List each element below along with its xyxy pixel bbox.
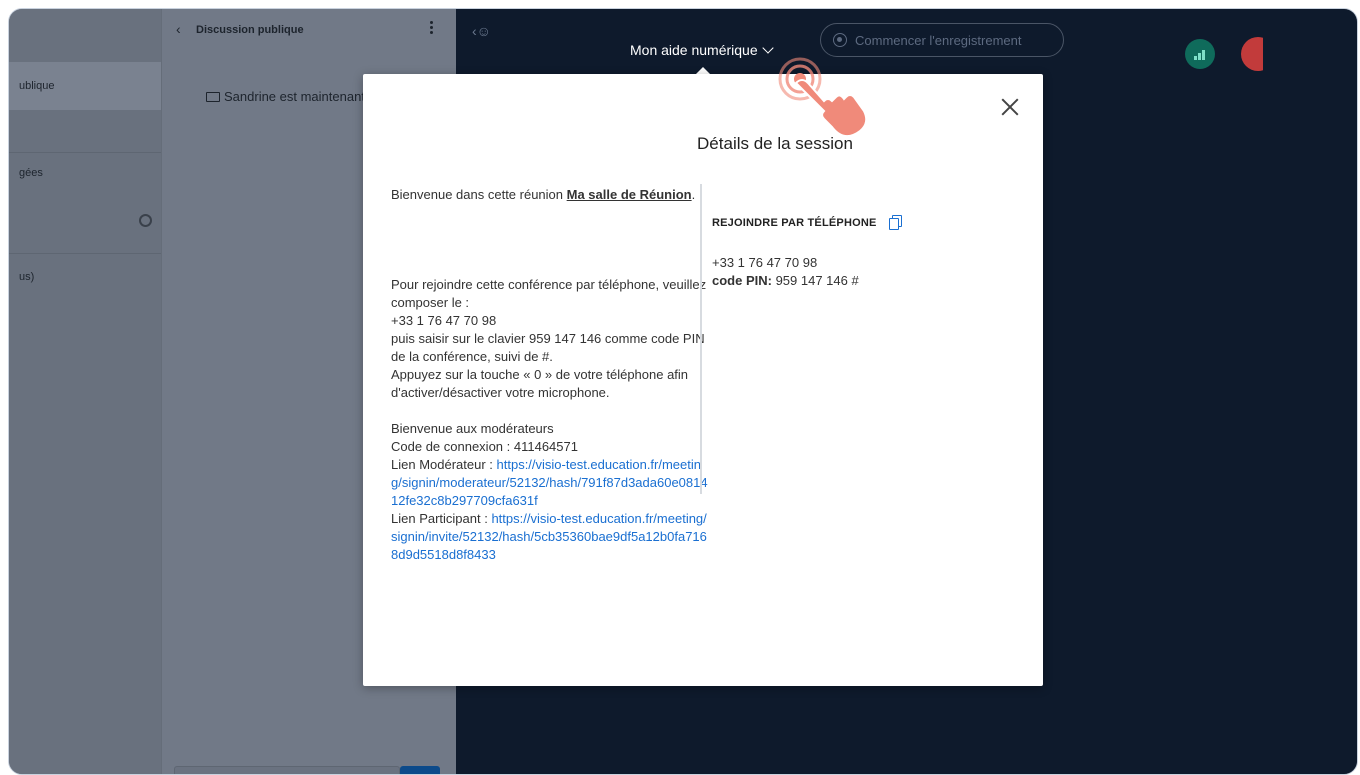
phone-join-heading: REJOINDRE PAR TÉLÉPHONE [712, 214, 1012, 232]
participant-link-row: Lien Participant : https://visio-test.ed… [391, 510, 711, 564]
session-info-column: Bienvenue dans cette réunion Ma salle de… [391, 186, 711, 564]
avatar[interactable] [1241, 37, 1263, 71]
send-button[interactable] [400, 766, 440, 774]
pin-label: code PIN: [712, 273, 772, 288]
mic-instructions: Appuyez sur la touche « 0 » de votre tél… [391, 367, 689, 400]
welcome-prefix: Bienvenue dans cette réunion [391, 187, 567, 202]
chat-input[interactable] [174, 766, 400, 774]
user-list-panel: ublique gées us) [9, 9, 161, 774]
session-title-dropdown[interactable]: Mon aide numérique [630, 42, 774, 58]
moderator-link-row: Lien Modérateur : https://visio-test.edu… [391, 456, 711, 510]
room-name-link[interactable]: Ma salle de Réunion [567, 187, 692, 202]
divider [9, 152, 161, 153]
connection-status-icon[interactable] [1185, 39, 1215, 69]
pin-row: code PIN: 959 147 146 # [712, 272, 1012, 290]
modal-title: Détails de la session [697, 134, 853, 153]
session-title-label: Mon aide numérique [630, 42, 758, 58]
presentation-icon [206, 92, 220, 102]
session-details-modal: Détails de la session Bienvenue dans cet… [363, 74, 1043, 686]
pointer-hand-icon [778, 57, 868, 138]
moderators-welcome: Bienvenue aux modérateurs [391, 421, 554, 436]
user-toggle-icon[interactable]: ‹☺ [472, 23, 491, 39]
record-label: Commencer l'enregistrement [855, 33, 1022, 48]
user-list-item-users[interactable]: us) [19, 271, 34, 283]
app-frame: ublique gées us) ‹ Discussion publique S… [8, 8, 1358, 775]
chat-title: Discussion publique [196, 24, 304, 36]
pin-instructions: puis saisir sur le clavier 959 147 146 c… [391, 331, 705, 364]
chevron-left-icon[interactable]: ‹ [176, 21, 181, 37]
pin-value: 959 147 146 # [771, 273, 859, 288]
phone-number: +33 1 76 47 70 98 [712, 255, 818, 270]
user-list-item-label: ublique [19, 80, 55, 92]
close-icon[interactable] [999, 96, 1021, 118]
record-icon [833, 33, 847, 47]
column-divider [700, 184, 702, 494]
phone-join-column: REJOINDRE PAR TÉLÉPHONE +33 1 76 47 70 9… [712, 214, 1012, 290]
more-options-icon[interactable] [430, 21, 434, 36]
chevron-down-icon [761, 42, 774, 54]
gear-icon[interactable] [139, 214, 152, 227]
start-recording-button[interactable]: Commencer l'enregistrement [820, 23, 1064, 57]
user-list-item-public-chat[interactable]: ublique [9, 62, 161, 110]
welcome-text: Bienvenue dans cette réunion Ma salle de… [391, 186, 711, 204]
divider [9, 253, 161, 254]
moderator-link-label: Lien Modérateur : [391, 457, 497, 472]
connection-code: Code de connexion : 411464571 [391, 439, 578, 454]
copy-icon[interactable] [888, 215, 902, 230]
participant-link-label: Lien Participant : [391, 511, 492, 526]
phone-instructions: Pour rejoindre cette conférence par télé… [391, 277, 707, 310]
welcome-suffix: . [691, 187, 696, 202]
phone-number-text: +33 1 76 47 70 98 [391, 313, 497, 328]
phone-join-heading-text: REJOINDRE PAR TÉLÉPHONE [712, 217, 877, 229]
user-list-item-notes[interactable]: gées [19, 167, 43, 179]
chat-header: ‹ Discussion publique [162, 9, 456, 49]
